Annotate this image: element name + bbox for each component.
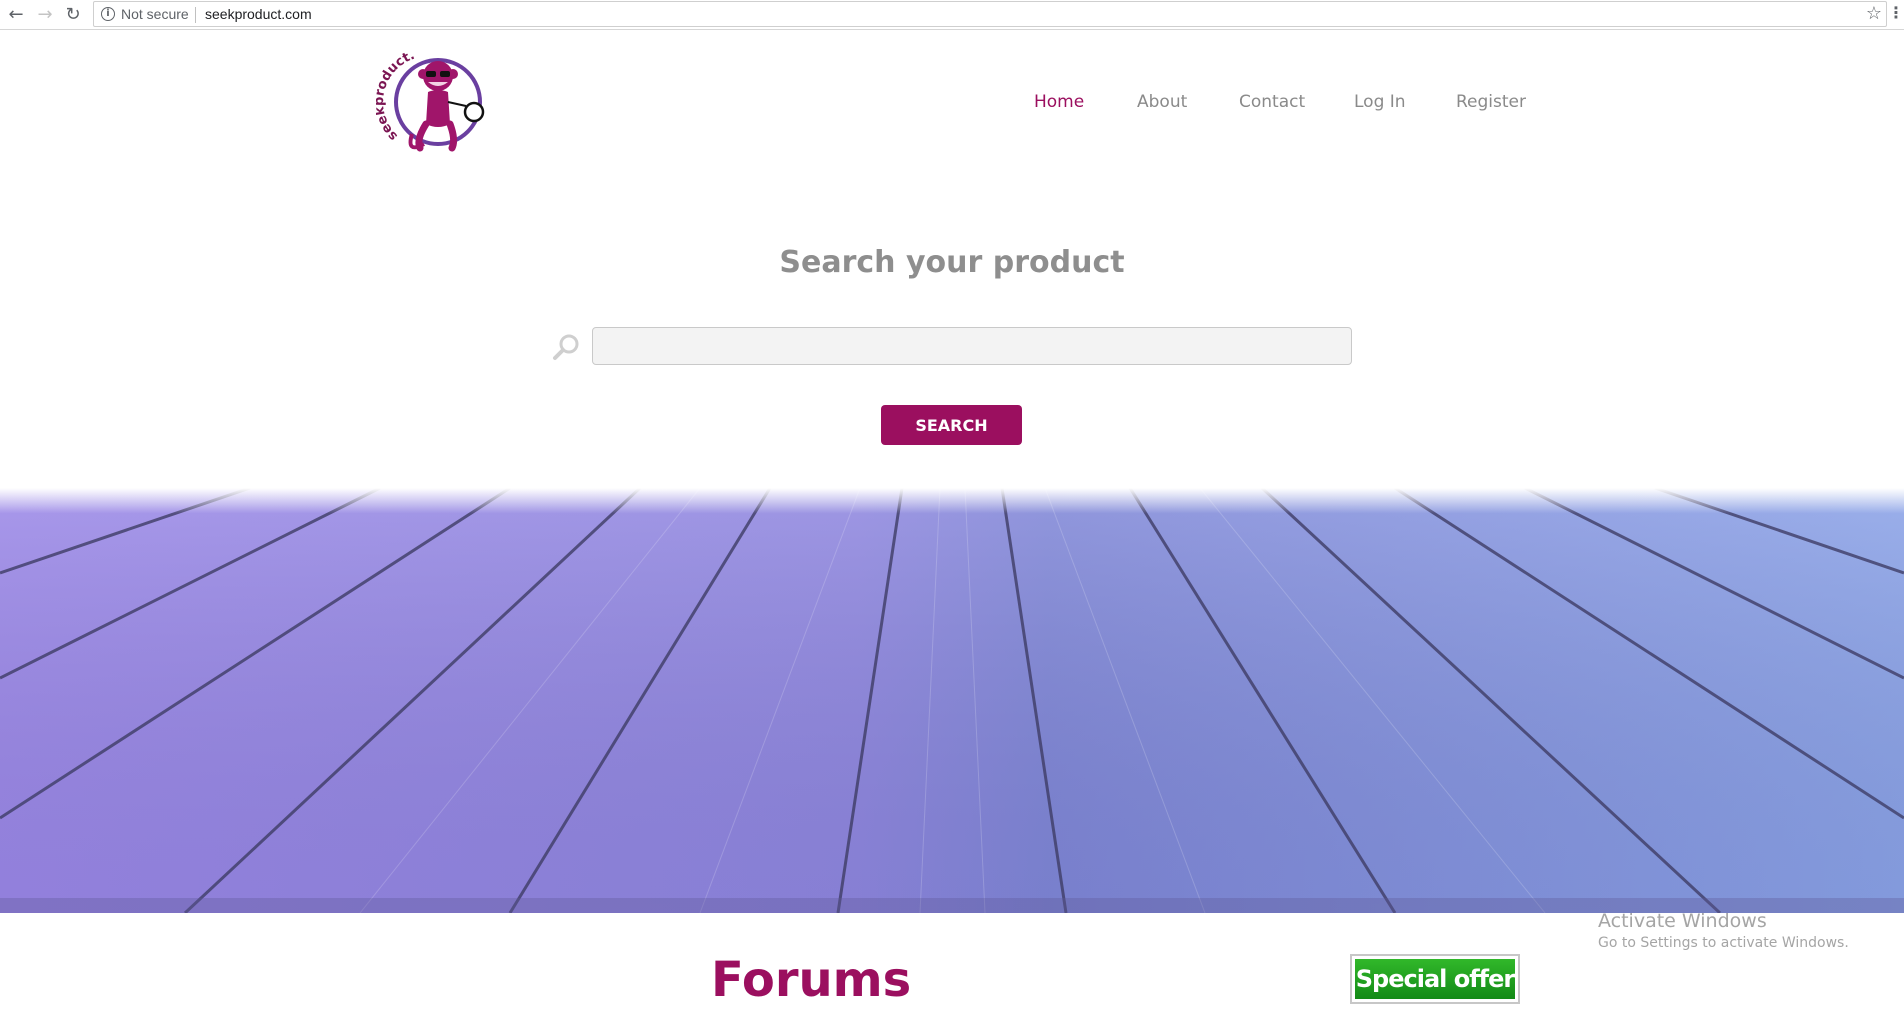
nav-contact[interactable]: Contact <box>1239 92 1305 112</box>
address-bar[interactable]: i Not secure seekproduct.com ☆ <box>93 1 1887 27</box>
special-offer-label: Special offer <box>1355 959 1515 999</box>
activate-title: Activate Windows <box>1598 910 1767 932</box>
forward-arrow-icon[interactable]: → <box>33 3 57 27</box>
info-icon[interactable]: i <box>101 7 115 21</box>
magnifier-icon <box>553 334 579 360</box>
security-label[interactable]: Not secure <box>121 6 189 22</box>
nav-login[interactable]: Log In <box>1354 92 1406 112</box>
address-divider <box>195 7 196 23</box>
forums-heading: Forums <box>711 952 912 1008</box>
site-logo[interactable]: seekproduct.com <box>376 44 494 162</box>
activate-windows-watermark: Activate Windows Go to Settings to activ… <box>1598 910 1849 951</box>
search-button[interactable]: SEARCH <box>881 405 1022 445</box>
nav-home[interactable]: Home <box>1034 92 1084 112</box>
search-input[interactable] <box>592 327 1352 365</box>
url-text[interactable]: seekproduct.com <box>205 6 312 22</box>
nav-register[interactable]: Register <box>1456 92 1526 112</box>
star-icon[interactable]: ☆ <box>1866 3 1882 24</box>
hero-wood-image <box>0 488 1904 913</box>
search-heading: Search your product <box>779 245 1125 280</box>
special-offer-banner[interactable]: Special offer <box>1350 954 1520 1004</box>
back-arrow-icon[interactable]: ← <box>4 3 28 27</box>
activate-subtitle: Go to Settings to activate Windows. <box>1598 935 1849 951</box>
reload-icon[interactable]: ↻ <box>61 3 85 27</box>
browser-toolbar: ← → ↻ i Not secure seekproduct.com ☆ ⋮ <box>0 0 1904 30</box>
browser-menu-icon[interactable]: ⋮ <box>1888 3 1904 22</box>
nav-about[interactable]: About <box>1137 92 1187 112</box>
